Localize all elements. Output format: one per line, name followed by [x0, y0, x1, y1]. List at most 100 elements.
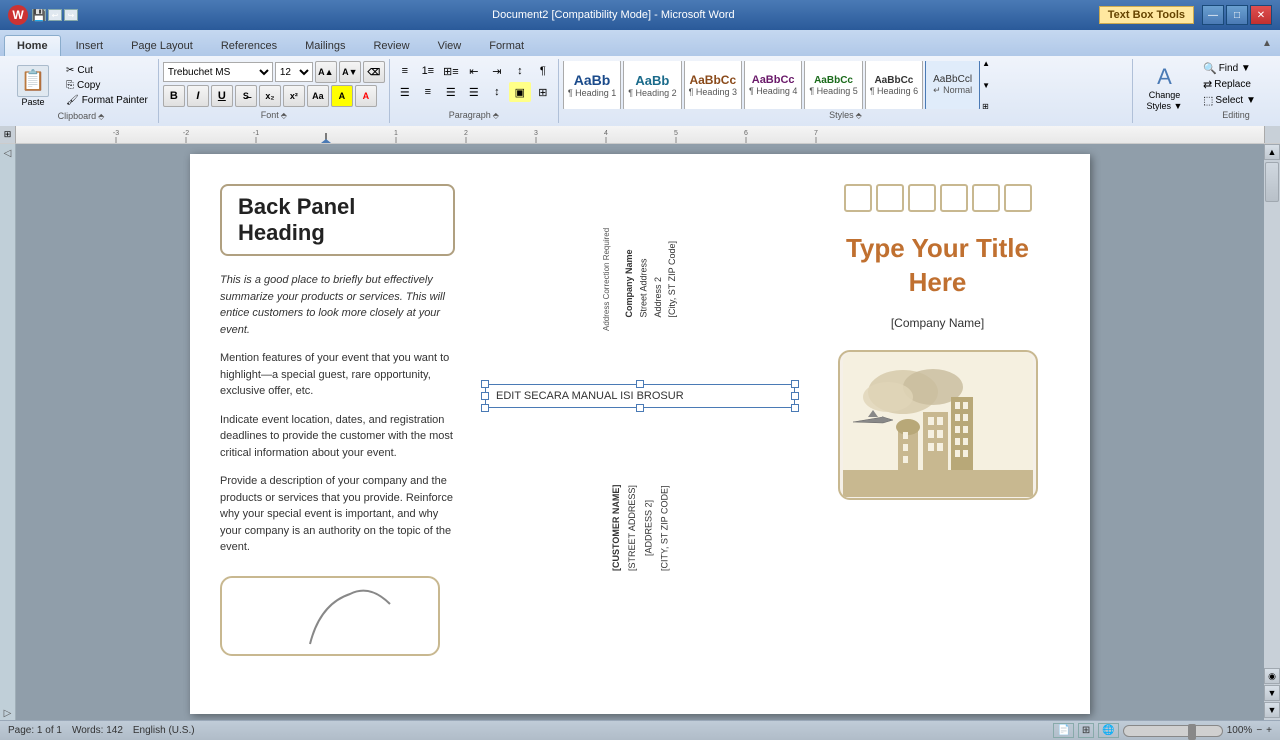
view-web-btn[interactable]: 🌐	[1098, 723, 1118, 738]
scroll-down-btn[interactable]: ▼	[1264, 702, 1280, 718]
handle-br[interactable]	[791, 404, 799, 412]
find-button[interactable]: 🔍 Find ▼	[1200, 61, 1272, 76]
tab-format[interactable]: Format	[476, 35, 537, 56]
page-count: Page: 1 of 1	[8, 725, 62, 736]
increase-indent-btn[interactable]: ⇥	[486, 61, 508, 81]
address-correction-text: Address Correction Required	[601, 184, 612, 374]
shrink-font-btn[interactable]: A▼	[339, 61, 361, 83]
zoom-handle[interactable]	[1188, 724, 1196, 740]
select-button[interactable]: ⬚ Select ▼	[1200, 93, 1272, 108]
close-btn[interactable]: ✕	[1250, 5, 1272, 25]
style-heading4[interactable]: AaBbCc ¶ Heading 4	[744, 61, 802, 109]
handle-top[interactable]	[636, 380, 644, 388]
minimize-btn[interactable]: —	[1202, 5, 1224, 25]
next-page-btn[interactable]: ▼	[1264, 685, 1280, 701]
textbox-tools-tab[interactable]: Text Box Tools	[1099, 6, 1194, 24]
zoom-out-btn[interactable]: −	[1256, 725, 1262, 736]
italic-btn[interactable]: I	[187, 85, 209, 107]
tab-review[interactable]: Review	[360, 35, 422, 56]
font-name-select[interactable]: Trebuchet MS	[163, 62, 273, 82]
handle-tr[interactable]	[791, 380, 799, 388]
tab-view[interactable]: View	[425, 35, 475, 56]
superscript-btn[interactable]: x²	[283, 85, 305, 107]
align-left-btn[interactable]: ☰	[394, 82, 416, 102]
ruler-main: -3 -2 -1 1 2 3 4 5 6 7	[16, 126, 1264, 143]
document-title[interactable]: Type Your Title Here	[846, 232, 1029, 300]
page-up-btn[interactable]: ◁	[2, 148, 14, 160]
undo-btn[interactable]: ↩	[48, 9, 62, 21]
tab-references[interactable]: References	[208, 35, 290, 56]
para2[interactable]: Mention features of your event that you …	[220, 350, 455, 400]
style-heading5[interactable]: AaBbCc ¶ Heading 5	[804, 61, 862, 109]
svg-text:-1: -1	[253, 130, 259, 137]
clipboard-expand[interactable]: ⬘	[98, 112, 104, 121]
ruler-corner[interactable]: ⊞	[0, 126, 16, 144]
subscript-btn[interactable]: x₂	[259, 85, 281, 107]
zoom-slider[interactable]	[1123, 725, 1223, 737]
bullets-btn[interactable]: ≡	[394, 61, 416, 81]
clipboard-label: Clipboard ⬘	[8, 110, 154, 122]
handle-left[interactable]	[481, 392, 489, 400]
page-down-btn[interactable]: ▷	[2, 708, 14, 720]
cut-button[interactable]: ✂ Cut	[62, 63, 152, 78]
borders-btn[interactable]: ⊞	[532, 82, 554, 102]
maximize-btn[interactable]: □	[1226, 5, 1248, 25]
handle-bottom[interactable]	[636, 404, 644, 412]
change-styles-btn[interactable]: A ChangeStyles ▼	[1137, 61, 1192, 115]
style-heading1[interactable]: AaBb ¶ Heading 1	[563, 61, 621, 109]
tab-insert[interactable]: Insert	[63, 35, 117, 56]
company-name[interactable]: [Company Name]	[891, 316, 984, 330]
tab-mailings[interactable]: Mailings	[292, 35, 358, 56]
styles-expand[interactable]: ⬘	[856, 111, 862, 120]
scroll-thumb[interactable]	[1265, 162, 1279, 202]
paste-button[interactable]: 📋 Paste	[8, 61, 58, 110]
handle-bl[interactable]	[481, 404, 489, 412]
font-color-btn[interactable]: A	[355, 85, 377, 107]
view-print-btn[interactable]: 📄	[1053, 723, 1073, 738]
style-heading6[interactable]: AaBbCc ¶ Heading 6	[865, 61, 923, 109]
align-center-btn[interactable]: ≡	[417, 82, 439, 102]
stamp-box-2	[876, 184, 904, 212]
ribbon-collapse[interactable]: ▲	[1262, 38, 1276, 52]
highlight-btn[interactable]: A	[331, 85, 353, 107]
change-case-btn[interactable]: Aa	[307, 85, 329, 107]
decrease-indent-btn[interactable]: ⇤	[463, 61, 485, 81]
replace-button[interactable]: ⇄ Replace	[1200, 77, 1272, 92]
grow-font-btn[interactable]: A▲	[315, 61, 337, 83]
line-spacing-btn[interactable]: ↕	[486, 82, 508, 102]
para4[interactable]: Provide a description of your company an…	[220, 473, 455, 556]
copy-button[interactable]: ⎘ Copy	[62, 78, 152, 93]
style-normal[interactable]: AaBbCcl ↵ Normal	[925, 61, 980, 109]
show-para-btn[interactable]: ¶	[532, 61, 554, 81]
para3[interactable]: Indicate event location, dates, and regi…	[220, 412, 455, 462]
handle-right[interactable]	[791, 392, 799, 400]
redo-btn[interactable]: ↪	[64, 9, 78, 21]
strikethrough-btn[interactable]: S̶	[235, 85, 257, 107]
tab-page-layout[interactable]: Page Layout	[118, 35, 206, 56]
quick-save[interactable]: 💾	[32, 9, 46, 21]
style-heading2[interactable]: AaBb ¶ Heading 2	[623, 61, 681, 109]
align-right-btn[interactable]: ☰	[440, 82, 462, 102]
underline-btn[interactable]: U	[211, 85, 233, 107]
view-fullscreen-btn[interactable]: ⊞	[1078, 723, 1094, 738]
font-size-select[interactable]: 12	[275, 62, 313, 82]
shading-btn[interactable]: ▣	[509, 82, 531, 102]
paragraph-expand[interactable]: ⬘	[493, 111, 499, 120]
sort-btn[interactable]: ↕	[509, 61, 531, 81]
style-heading3[interactable]: AaBbCc ¶ Heading 3	[684, 61, 742, 109]
styles-scroll[interactable]: ▲ ▼ ⊞	[982, 61, 990, 109]
scroll-up-btn[interactable]: ▲	[1264, 144, 1280, 160]
justify-btn[interactable]: ☰	[463, 82, 485, 102]
zoom-in-btn[interactable]: +	[1266, 725, 1272, 736]
numbering-btn[interactable]: 1≡	[417, 61, 439, 81]
clear-format-btn[interactable]: ⌫	[363, 61, 385, 83]
bold-btn[interactable]: B	[163, 85, 185, 107]
multilevel-btn[interactable]: ⊞≡	[440, 61, 462, 81]
format-painter-button[interactable]: 🖌 Format Painter	[62, 93, 152, 108]
font-expand[interactable]: ⬘	[281, 111, 287, 120]
stamp-box-4	[940, 184, 968, 212]
italic-paragraph[interactable]: This is a good place to briefly but effe…	[220, 272, 455, 338]
prev-page-btn[interactable]: ◉	[1264, 668, 1280, 684]
tab-home[interactable]: Home	[4, 35, 61, 56]
handle-tl[interactable]	[481, 380, 489, 388]
